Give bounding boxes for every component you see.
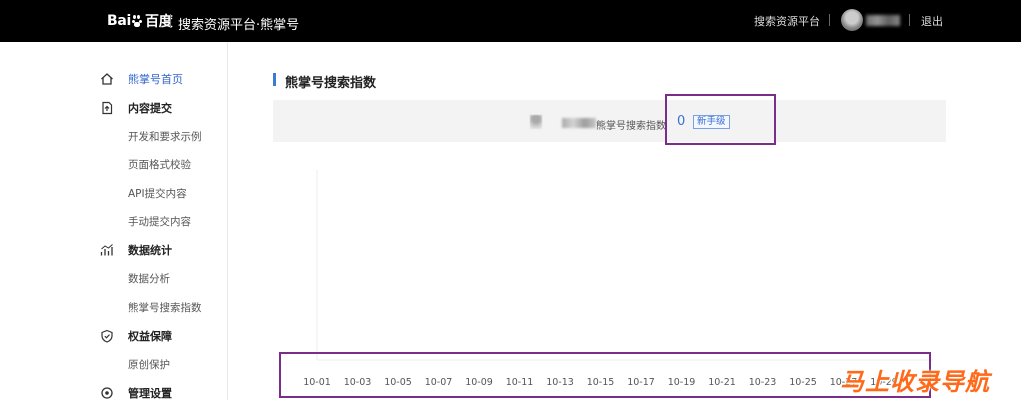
page-title: 熊掌号搜索指数 [285,76,377,91]
upload-file-icon [102,101,113,115]
avatar[interactable] [841,9,863,31]
sidebar-item-content-submit[interactable]: 内容提交 [100,100,172,116]
top-bar: Bai 百度 搜索资源平台·熊掌号 搜索资源平台 退出 [0,0,1021,42]
logo-text-left: Bai [107,13,132,29]
sidebar-item-label: 管理设置 [128,387,172,400]
divider [829,14,830,26]
paw-icon [132,15,144,27]
chart-icon [100,244,113,256]
sidebar-item-stats[interactable]: 数据统计 [100,242,172,258]
divider [909,14,910,26]
sidebar-item-label: 内容提交 [128,102,172,115]
annotation-highlight [665,94,776,145]
watermark: 马上收录导航 [840,368,990,396]
sidebar-item-label: 熊掌号首页 [128,73,183,86]
sidebar [0,42,228,400]
sidebar-item-home[interactable]: 熊掌号首页 [100,71,183,87]
account-avatar [530,115,542,129]
sidebar-subitem-data-analysis[interactable]: 数据分析 [128,271,170,286]
sidebar-item-label: 数据统计 [128,244,172,257]
title-accent-bar [273,73,276,86]
index-label: 熊掌号搜索指数 [596,121,666,132]
home-icon [101,73,113,85]
sidebar-item-rights[interactable]: 权益保障 [100,328,172,344]
sidebar-subitem-manual-submit[interactable]: 手动提交内容 [128,214,191,229]
sidebar-subitem-format-check[interactable]: 页面格式校验 [128,157,191,172]
username-blurred[interactable] [866,15,900,26]
sidebar-subitem-search-index[interactable]: 熊掌号搜索指数 [128,300,202,315]
app-title: 搜索资源平台·熊掌号 [178,18,300,33]
annotation-highlight [279,352,931,398]
logout-link[interactable]: 退出 [921,13,943,29]
baidu-logo[interactable]: Bai 百度 [107,12,173,30]
platform-link[interactable]: 搜索资源平台 [754,13,820,29]
account-name-blurred [562,118,596,128]
sidebar-subitem-original-protection[interactable]: 原创保护 [128,357,170,372]
sidebar-item-label: 权益保障 [128,330,172,343]
sidebar-item-settings[interactable]: 管理设置 [100,385,172,401]
shield-icon [101,329,113,343]
divider [170,14,171,28]
settings-icon [101,387,113,399]
logo-text-right: 百度 [145,14,173,30]
sidebar-subitem-dev-examples[interactable]: 开发和要求示例 [128,129,202,144]
sidebar-subitem-api-submit[interactable]: API提交内容 [128,186,187,201]
